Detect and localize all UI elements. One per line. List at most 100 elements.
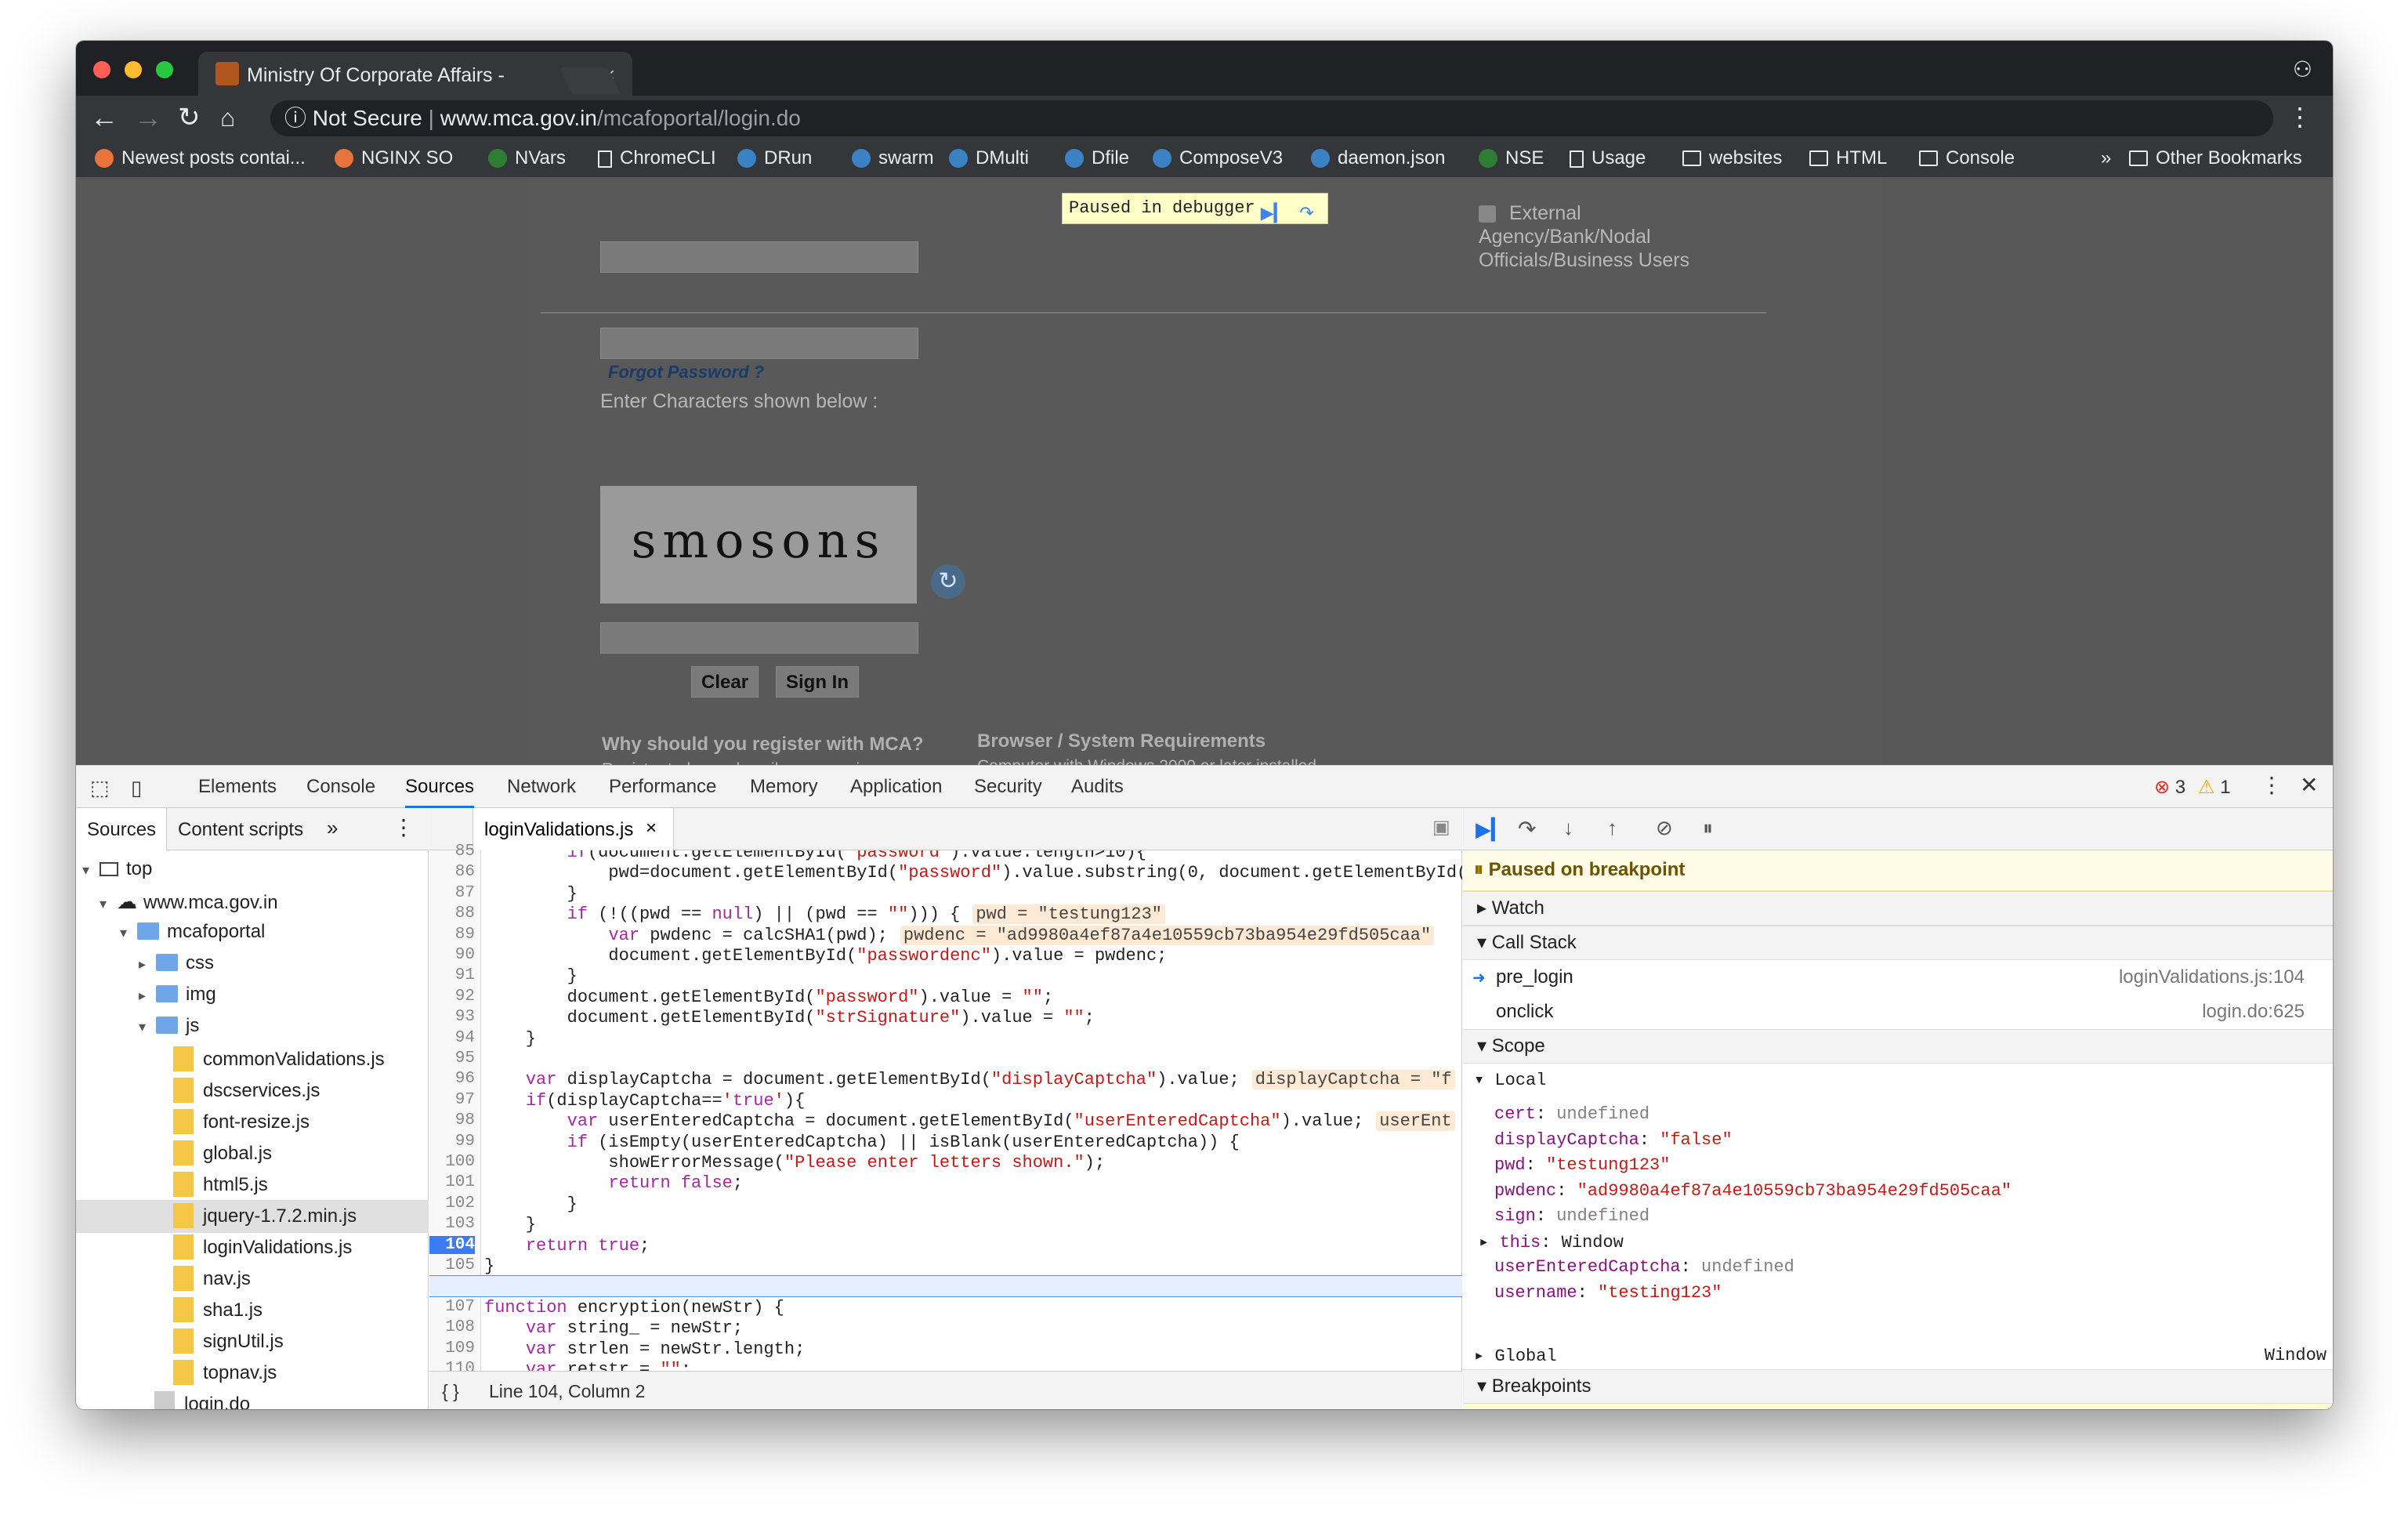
forward-button[interactable]: → (134, 102, 162, 133)
tree-file[interactable]: font-resize.js (173, 1109, 310, 1134)
home-button[interactable]: ⌂ (220, 102, 235, 133)
breakpoint-entry[interactable]: ✓loginValidations.js:104 (1463, 1404, 2333, 1409)
bookmark-item[interactable]: websites (1682, 147, 1782, 169)
tree-file[interactable]: nav.js (173, 1266, 251, 1291)
scope-variable[interactable]: sign: undefined (1494, 1206, 1649, 1226)
bookmark-item[interactable]: Usage (1570, 147, 1646, 169)
zoom-window-button[interactable] (156, 61, 173, 78)
bookmark-item[interactable]: DMulti (949, 147, 1029, 169)
devtools-tab-console[interactable]: Console (306, 776, 375, 798)
scope-variable[interactable]: displayCaptcha: "false" (1494, 1130, 1733, 1150)
tree-folder-mcafoportal[interactable]: ▾ mcafoportal (120, 921, 265, 943)
devtools-menu-icon[interactable]: ⋮ (2261, 772, 2283, 798)
bookmark-item[interactable]: ComposeV3 (1153, 147, 1283, 169)
editor-tab-loginvalidations[interactable]: loginValidations.js (484, 819, 633, 841)
more-tabs-icon[interactable]: » (327, 816, 338, 840)
tab-content-scripts[interactable]: Content scripts (178, 819, 303, 841)
tree-file[interactable]: html5.js (173, 1172, 268, 1197)
bookmark-item[interactable]: Console (1919, 147, 2015, 169)
forgot-password-link[interactable]: Forgot Password ? (608, 362, 764, 382)
bookmark-item[interactable]: NVars (488, 147, 566, 169)
address-bar[interactable]: ⓘ Not Secure | www.mca.gov.in/mcafoporta… (270, 100, 2273, 136)
tree-file[interactable]: topnav.js (173, 1360, 277, 1385)
navigator-menu-icon[interactable]: ⋮ (393, 814, 415, 840)
scope-variable[interactable]: cert: undefined (1494, 1104, 1649, 1124)
tree-folder-js[interactable]: ▾ js (139, 1015, 199, 1037)
captcha-input[interactable] (600, 622, 918, 654)
call-frame-onclick-location[interactable]: login.do:625 (2202, 1001, 2305, 1023)
info-icon[interactable]: ⓘ (284, 106, 306, 130)
call-frame-onclick[interactable]: onclick (1496, 1001, 1553, 1023)
inspect-icon[interactable]: ⬚ (90, 776, 110, 800)
devtools-tab-performance[interactable]: Performance (609, 776, 716, 798)
tab-sources[interactable]: Sources (87, 819, 156, 841)
browser-menu-icon[interactable]: ⋮ (2287, 102, 2312, 132)
devtools-tab-elements[interactable]: Elements (198, 776, 277, 798)
scope-variable[interactable]: pwd: "testung123" (1494, 1155, 1670, 1175)
call-frame-pre-login[interactable]: pre_login (1496, 966, 1573, 988)
devtools-tab-application[interactable]: Application (850, 776, 942, 798)
refresh-captcha-icon[interactable]: ↻ (931, 564, 965, 599)
bookmark-item[interactable]: NGINX SO (335, 147, 453, 169)
scope-variable[interactable]: ▸ this: Window (1479, 1232, 1624, 1252)
global-scope-header[interactable]: ▸ Global (1474, 1346, 1557, 1366)
clear-button[interactable]: Clear (691, 666, 759, 698)
tree-host[interactable]: ▾ ☁ www.mca.gov.in (100, 890, 278, 914)
scope-variable[interactable]: pwdenc: "ad9980a4ef87a4e10559cb73ba954e2… (1494, 1181, 2011, 1201)
tree-file[interactable]: global.js (173, 1140, 272, 1165)
tree-file[interactable]: dscservices.js (173, 1078, 320, 1103)
bookmark-item[interactable]: daemon.json (1311, 147, 1445, 169)
bookmark-item[interactable]: DRun (737, 147, 812, 169)
step-over-icon[interactable]: ↷ (1293, 201, 1321, 226)
breakpoints-section-header[interactable]: ▾ Breakpoints (1463, 1369, 2333, 1404)
pretty-print-icon[interactable]: { } (442, 1372, 459, 1409)
other-bookmarks-folder[interactable]: Other Bookmarks (2129, 147, 2302, 169)
devtools-tab-network[interactable]: Network (507, 776, 576, 798)
bookmark-item[interactable]: NSE (1479, 147, 1544, 169)
reload-button[interactable]: ↻ (178, 102, 201, 133)
resume-icon[interactable]: ▶▎ (1476, 817, 1507, 842)
step-out-icon[interactable]: ↑ (1607, 816, 1617, 840)
call-stack-section-header[interactable]: ▾ Call Stack (1463, 926, 2333, 960)
devtools-tab-security[interactable]: Security (974, 776, 1042, 798)
tree-top[interactable]: ▾ top (82, 858, 152, 880)
close-window-button[interactable] (93, 61, 110, 78)
tree-file[interactable]: jquery-1.7.2.min.js (173, 1203, 357, 1228)
tree-file-login[interactable]: login.do (154, 1391, 250, 1409)
tree-file[interactable]: sha1.js (173, 1297, 263, 1322)
scope-variable[interactable]: userEnteredCaptcha: undefined (1494, 1257, 1794, 1277)
toggle-debugger-icon[interactable]: ▣ (1432, 816, 1450, 839)
tree-file[interactable]: signUtil.js (173, 1328, 284, 1354)
editor-tab-close-icon[interactable]: × (646, 817, 657, 839)
security-label[interactable]: Not Secure (313, 106, 422, 130)
code-area[interactable]: if(document.getElementById("password").v… (429, 850, 1462, 1371)
scope-variable[interactable]: username: "testing123" (1494, 1283, 1722, 1303)
sign-in-button[interactable]: Sign In (776, 666, 859, 698)
more-bookmarks-button[interactable]: » (2101, 147, 2111, 169)
devtools-close-icon[interactable]: ✕ (2300, 772, 2318, 798)
password-input[interactable] (600, 328, 918, 359)
call-frame-pre-login-location[interactable]: loginValidations.js:104 (2119, 966, 2305, 988)
username-input[interactable] (600, 241, 918, 273)
tree-folder-img[interactable]: ▸ img (139, 984, 216, 1006)
tree-folder-css[interactable]: ▸ css (139, 952, 214, 974)
step-over-icon[interactable]: ↷ (1518, 816, 1536, 842)
bookmark-item[interactable]: Newest posts contai... (95, 147, 306, 169)
step-into-icon[interactable]: ↓ (1563, 816, 1573, 840)
tree-file[interactable]: commonValidations.js (173, 1046, 385, 1071)
bookmark-item[interactable]: swarm (852, 147, 934, 169)
devtools-tab-memory[interactable]: Memory (750, 776, 818, 798)
bookmark-item[interactable]: HTML (1809, 147, 1887, 169)
bookmark-item[interactable]: Dfile (1065, 147, 1129, 169)
device-toolbar-icon[interactable]: ▯ (131, 776, 142, 800)
error-icon[interactable]: ⊗ 3 (2154, 776, 2185, 799)
warning-icon[interactable]: ⚠ 1 (2198, 776, 2231, 799)
external-checkbox[interactable] (1479, 205, 1496, 223)
pause-exceptions-icon[interactable]: ⏸ (1703, 816, 1713, 841)
tree-file[interactable]: loginValidations.js (173, 1234, 352, 1260)
back-button[interactable]: ← (90, 102, 118, 133)
minimize-window-button[interactable] (125, 61, 142, 78)
scope-section-header[interactable]: ▾ Scope (1463, 1029, 2333, 1064)
local-scope-header[interactable]: ▾ Local (1474, 1070, 1546, 1090)
watch-section-header[interactable]: ▸ Watch (1463, 891, 2333, 926)
